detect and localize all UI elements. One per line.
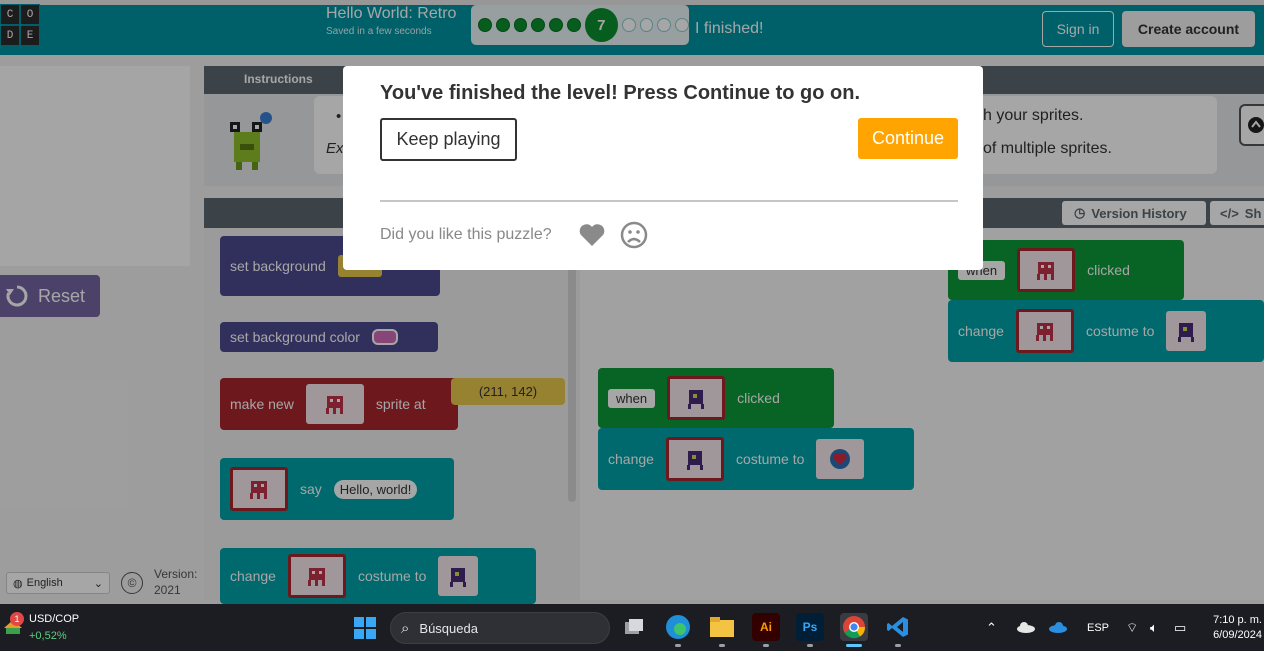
input-language[interactable]: ESP [1087, 622, 1109, 634]
vscode-icon[interactable] [884, 613, 912, 641]
illustrator-icon[interactable]: Ai [752, 613, 780, 641]
clock-time: 7:10 p. m. [1213, 614, 1262, 626]
app-active-indicator [846, 644, 862, 647]
battery-icon[interactable]: ▭ [1174, 620, 1186, 636]
currency-change: +0,52% [29, 630, 67, 642]
chrome-icon[interactable] [840, 613, 868, 641]
continue-button[interactable]: Continue [858, 118, 958, 159]
app-running-indicator [763, 644, 769, 647]
clock-date: 6/09/2024 [1213, 629, 1262, 641]
onedrive-icon[interactable] [1048, 621, 1068, 633]
app-running-indicator [719, 644, 725, 647]
cloud-icon[interactable] [1016, 621, 1036, 633]
edge-browser-icon[interactable] [664, 613, 692, 641]
file-explorer-icon[interactable] [708, 613, 736, 641]
dialog-divider [380, 200, 958, 202]
wifi-icon[interactable]: ⌔ [1126, 620, 1138, 636]
keep-playing-button[interactable]: Keep playing [380, 118, 517, 161]
heart-icon[interactable] [577, 220, 607, 250]
app-running-indicator [675, 644, 681, 647]
notification-badge: 1 [10, 612, 24, 626]
task-view-icon[interactable] [620, 613, 648, 641]
search-placeholder: Búsqueda [419, 620, 478, 636]
level-complete-dialog: You've finished the level! Press Continu… [343, 66, 983, 270]
taskbar-search[interactable]: ⌕ Búsqueda [390, 612, 610, 644]
currency-pair[interactable]: USD/COP [29, 613, 79, 625]
volume-icon[interactable]: 🔈︎ [1150, 620, 1158, 636]
windows-start-icon[interactable] [353, 616, 377, 640]
frown-icon[interactable] [619, 220, 649, 250]
dialog-title: You've finished the level! Press Continu… [380, 82, 860, 104]
chevron-up-icon[interactable]: ⌃ [986, 620, 997, 636]
clock[interactable]: 7:10 p. m. 6/09/2024 [1208, 613, 1262, 643]
app-running-indicator [807, 644, 813, 647]
search-icon: ⌕ [401, 619, 410, 637]
feedback-question: Did you like this puzzle? [380, 226, 552, 243]
app-running-indicator [895, 644, 901, 647]
photoshop-icon[interactable]: Ps [796, 613, 824, 641]
